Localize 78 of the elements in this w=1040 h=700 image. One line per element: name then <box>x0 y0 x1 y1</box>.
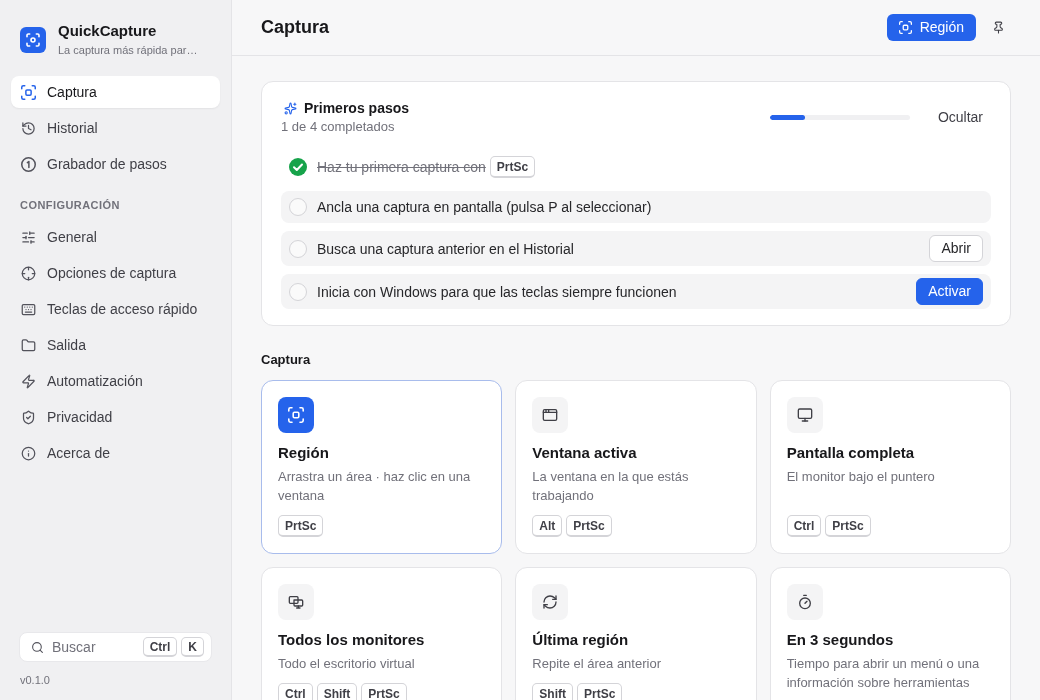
sparkles-icon <box>284 101 297 115</box>
step-text: Haz tu primera captura con <box>317 158 486 177</box>
capture-mode-card[interactable]: Todos los monitores Todo el escritorio virtual Ctrl Shift PrtSc <box>261 567 503 700</box>
card-title: Ventana activa <box>532 443 637 463</box>
nav-item[interactable]: Grabador de pasos <box>11 148 220 180</box>
logo-icon <box>20 26 46 53</box>
capture-mode-card[interactable]: Pantalla completa El monitor bajo el puntero Ctrl PrtSc <box>769 380 1011 554</box>
key-cap: PrtSc <box>361 683 407 700</box>
key-cap: K <box>181 637 204 657</box>
card-description: Todo el escritorio virtual <box>278 655 415 673</box>
circle-one-icon <box>21 156 36 172</box>
pin-icon <box>992 21 1005 34</box>
timer-icon <box>786 584 823 620</box>
keyboard-icon <box>21 301 36 317</box>
scan-frame-icon <box>21 84 36 100</box>
progress-text: 1 de 4 completados <box>281 118 396 136</box>
key-cap: Ctrl <box>786 515 822 537</box>
card-title: Región <box>278 443 329 463</box>
nav-item[interactable]: Salida <box>11 329 220 361</box>
app-subtitle: La captura más rápida par… <box>58 43 198 57</box>
key-cap: Shift <box>532 683 573 700</box>
key-cap: PrtSc <box>825 515 871 537</box>
dual-monitor-icon <box>278 584 314 620</box>
nav-item[interactable]: Opciones de captura <box>11 257 220 289</box>
region-button[interactable]: Región <box>886 14 976 41</box>
open-button[interactable]: Abrir <box>929 235 983 262</box>
key-cap: Alt <box>532 515 563 537</box>
nav-item[interactable]: Teclas de acceso rápido <box>11 293 220 325</box>
key-cap: Shift <box>316 683 358 700</box>
card-title: Primeros pasos <box>304 99 410 118</box>
capture-mode-card[interactable]: Última región Repite el área anterior Shift PrtSc <box>515 567 757 700</box>
capture-mode-card[interactable]: En 3 segundos Tiempo para abrir un menú o una información sobre herramientas <box>769 567 1011 700</box>
card-description: El monitor bajo el puntero <box>786 468 935 486</box>
info-icon <box>21 445 36 461</box>
card-title: Última región <box>532 630 629 650</box>
card-description: La ventana en la que estás trabajando <box>532 468 690 505</box>
history-icon <box>21 120 36 136</box>
section-heading: Captura <box>261 351 312 369</box>
step-text: Busca una captura anterior en el Historial <box>317 239 574 259</box>
card-description: Repite el área anterior <box>532 655 661 673</box>
scan-frame-icon <box>898 21 912 34</box>
nav-item[interactable]: Automatización <box>11 365 220 397</box>
monitor-icon <box>786 397 823 433</box>
app-title: QuickCapture <box>58 22 158 40</box>
folder-icon <box>21 337 36 353</box>
key-cap: PrtSc <box>577 683 623 700</box>
card-title: Todos los monitores <box>278 630 425 650</box>
key-cap: PrtSc <box>566 515 612 537</box>
nav-item[interactable]: Acerca de <box>11 437 220 469</box>
lightning-icon <box>21 373 36 389</box>
nav-item[interactable]: Privacidad <box>11 401 220 433</box>
card-description: Arrastra un área · haz clic en una ventana <box>278 468 472 505</box>
capture-mode-card[interactable]: Ventana activa La ventana en la que estás trabajando Alt PrtSc <box>515 380 757 554</box>
nav-item[interactable]: Captura <box>11 76 220 108</box>
hide-button[interactable]: Ocultar <box>929 103 991 131</box>
nav-item[interactable]: Historial <box>11 112 220 144</box>
app-window-icon <box>532 397 569 433</box>
capture-mode-card[interactable]: Región Arrastra un área · haz clic en una ventana PrtSc <box>261 380 503 554</box>
shield-check-icon <box>21 409 36 425</box>
version-label: v0.1.0 <box>19 673 51 687</box>
key-cap: Ctrl <box>278 683 313 700</box>
step-text: Ancla una captura en pantalla (pulsa P al seleccionar) <box>317 198 652 217</box>
card-title: Pantalla completa <box>786 443 915 463</box>
search-icon <box>31 640 44 654</box>
page-title: Captura <box>261 16 329 39</box>
refresh-icon <box>532 584 569 620</box>
step-text: Inicia con Windows para que las teclas siempre funcionen <box>317 282 677 302</box>
sliders-icon <box>21 229 36 245</box>
key-cap: PrtSc <box>278 515 324 537</box>
section-heading: CONFIGURACIÓN <box>19 198 121 212</box>
nav-item[interactable]: General <box>11 221 220 253</box>
card-title: En 3 segundos <box>786 630 894 650</box>
key-cap: PrtSc <box>489 156 536 178</box>
key-cap: Ctrl <box>142 637 178 657</box>
scan-frame-icon <box>278 397 314 433</box>
crosshair-icon <box>21 265 36 281</box>
activate-button[interactable]: Activar <box>916 278 983 305</box>
card-description: Tiempo para abrir un menú o una información sobre herramientas <box>786 655 981 692</box>
